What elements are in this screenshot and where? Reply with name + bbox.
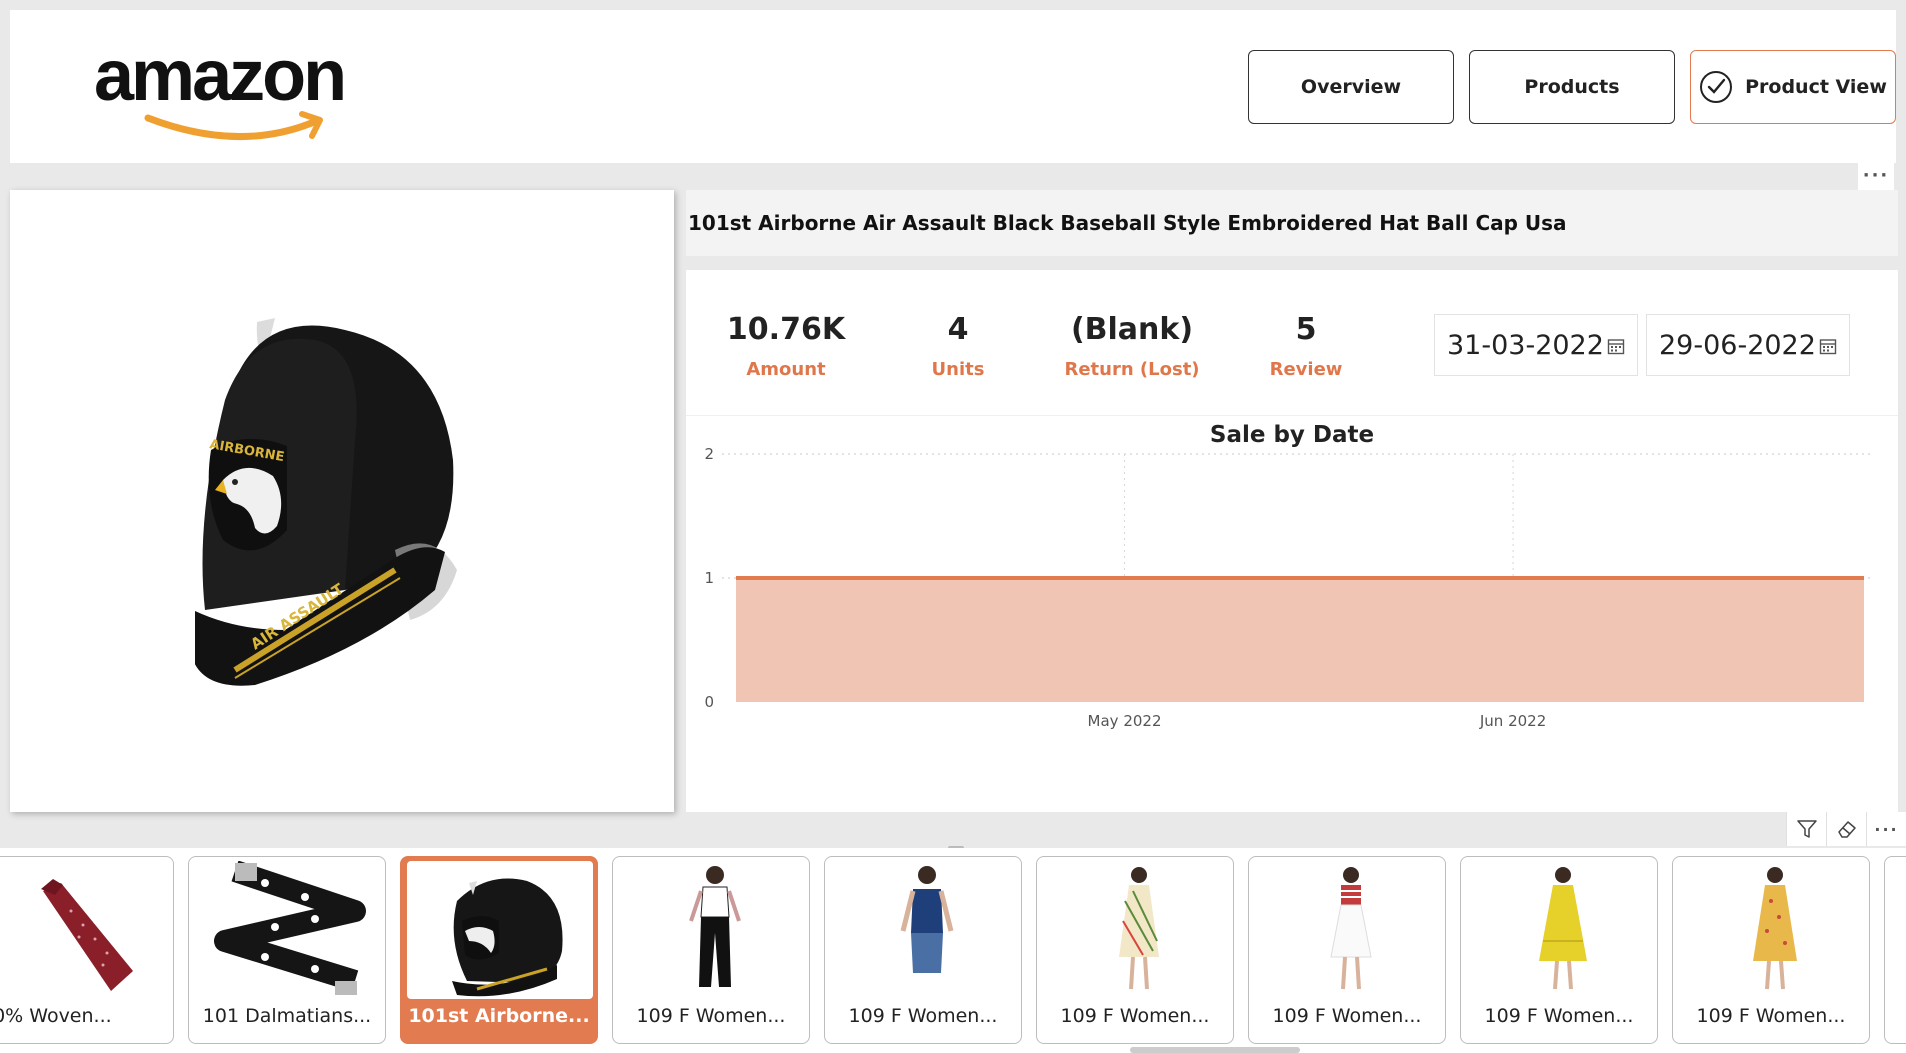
kpi-return: (Blank) Return (Lost) — [1032, 312, 1232, 380]
dress-image — [619, 861, 805, 999]
kpi-amount: 10.76K Amount — [686, 312, 886, 380]
kpi-units-value: 4 — [947, 312, 969, 347]
kpi-return-label: Return (Lost) — [1064, 359, 1200, 380]
calendar-icon[interactable] — [1819, 337, 1837, 355]
product-image-panel: AIR ASSAULT AIRBORNE — [10, 190, 674, 812]
kpi-amount-value: 10.76K — [726, 312, 846, 347]
kpi-review: 5 Review — [1206, 312, 1406, 380]
header-bar: amazon Overview Products Product View — [10, 10, 1896, 163]
dress-image — [831, 861, 1017, 999]
product-card-label: 101 Dalmatians... — [202, 1005, 372, 1027]
horizontal-scrollbar[interactable] — [1130, 1047, 1300, 1053]
kpi-review-label: Review — [1269, 359, 1343, 380]
nav-products-button[interactable]: Products — [1469, 50, 1675, 124]
dress-image — [1679, 861, 1865, 999]
product-slicer-strip: 00% Woven... 101 Dalmatians... 101st Air… — [0, 848, 1906, 1053]
x-tick-label: Jun 2022 — [1479, 712, 1546, 730]
product-card-label: 109 F Women... — [1060, 1005, 1210, 1027]
product-title: 101st Airborne Air Assault Black Basebal… — [688, 211, 1567, 235]
product-card[interactable]: 109 F Women... — [824, 856, 1022, 1044]
product-card-label: 00% Woven... — [0, 1005, 112, 1027]
area-series-fill — [736, 578, 1864, 702]
end-date-input[interactable]: 29-06-2022 — [1646, 314, 1850, 376]
sale-by-date-chart: 0 1 2 May 2022 Jun 2022 — [704, 445, 1874, 730]
product-card[interactable]: 109 F Women... — [1460, 856, 1658, 1044]
product-card[interactable]: 101 Dalmatians... — [188, 856, 386, 1044]
amazon-smile-icon — [144, 111, 323, 140]
nav-product-view-label: Product View — [1745, 76, 1887, 98]
logo-wordmark: amazon — [94, 36, 347, 116]
belt-image — [195, 861, 381, 999]
amazon-logo: amazon — [94, 40, 364, 140]
dress-image — [1255, 861, 1441, 999]
product-card-label: 109 F Women... — [1696, 1005, 1846, 1027]
product-card-label: 109 F Women... — [848, 1005, 998, 1027]
y-tick-label: 0 — [704, 693, 714, 711]
product-card-partial[interactable] — [1884, 856, 1906, 1044]
tie-image — [0, 861, 169, 999]
cap-image — [407, 861, 593, 999]
x-tick-label: May 2022 — [1088, 712, 1162, 730]
kpi-units-label: Units — [931, 359, 985, 380]
product-card[interactable]: 109 F Women... — [1036, 856, 1234, 1044]
product-card-label: 109 F Women... — [1484, 1005, 1634, 1027]
product-card-label: 101st Airborne... — [408, 1005, 590, 1027]
check-circle-icon — [1700, 71, 1733, 103]
dress-image — [1467, 861, 1653, 999]
nav-product-view-button[interactable]: Product View — [1690, 50, 1896, 124]
kpi-return-value: (Blank) — [1070, 312, 1194, 347]
product-card-label: 109 F Women... — [1272, 1005, 1422, 1027]
nav-overview-button[interactable]: Overview — [1248, 50, 1454, 124]
nav-overview-label: Overview — [1300, 76, 1402, 98]
more-options-icon[interactable]: ··· — [1866, 812, 1906, 846]
baseball-cap-image: AIR ASSAULT AIRBORNE — [195, 318, 457, 686]
product-card-selected[interactable]: 101st Airborne... — [400, 856, 598, 1044]
eraser-icon[interactable] — [1826, 812, 1866, 846]
product-card-label: 109 F Women... — [636, 1005, 786, 1027]
dress-image — [1043, 861, 1229, 999]
product-metrics-panel: 10.76K Amount 4 Units (Blank) Return (Lo… — [686, 270, 1898, 812]
kpi-amount-label: Amount — [746, 359, 826, 380]
kpi-units: 4 Units — [858, 312, 1058, 380]
end-date-value: 29-06-2022 — [1659, 329, 1816, 361]
product-card[interactable]: 109 F Women... — [612, 856, 810, 1044]
start-date-input[interactable]: 31-03-2022 — [1434, 314, 1638, 376]
product-card[interactable]: 109 F Women... — [1672, 856, 1870, 1044]
product-card[interactable]: 109 F Women... — [1248, 856, 1446, 1044]
product-card[interactable]: 00% Woven... — [0, 856, 174, 1044]
start-date-value: 31-03-2022 — [1447, 329, 1604, 361]
calendar-icon[interactable] — [1607, 337, 1625, 355]
y-tick-label: 1 — [704, 569, 714, 587]
visual-header-icons: ··· — [1786, 812, 1906, 846]
kpi-review-value: 5 — [1295, 312, 1317, 347]
product-title-bar: 101st Airborne Air Assault Black Basebal… — [686, 190, 1898, 256]
nav-products-label: Products — [1524, 76, 1620, 98]
y-tick-label: 2 — [704, 445, 714, 463]
filter-icon[interactable] — [1786, 812, 1826, 846]
